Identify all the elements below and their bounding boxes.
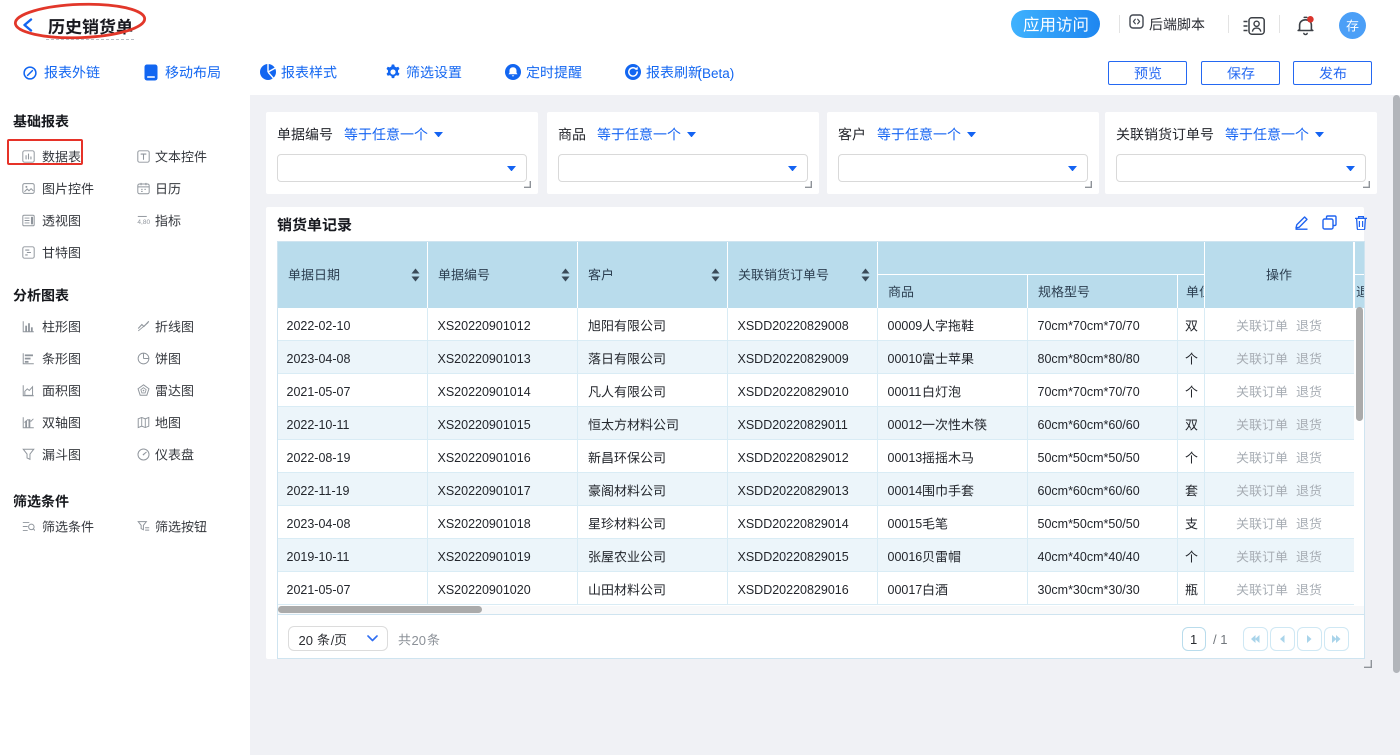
- svg-text:4,80: 4,80: [137, 218, 150, 225]
